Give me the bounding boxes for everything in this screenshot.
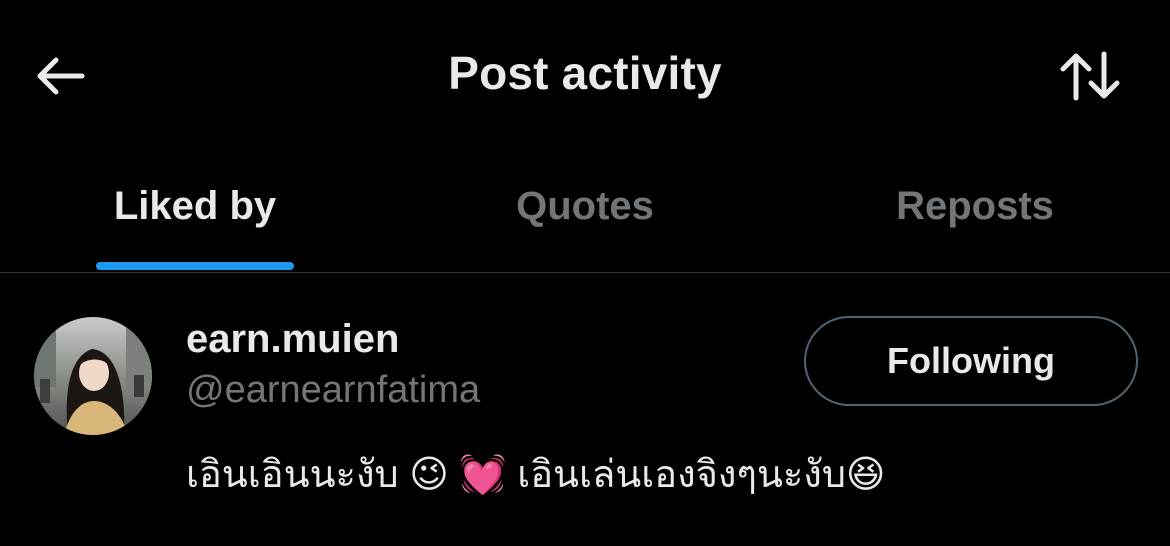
display-name[interactable]: earn.muien [186,317,399,362]
sort-button[interactable] [1054,44,1126,108]
sort-arrows-icon [1060,51,1120,101]
active-tab-indicator [96,262,294,270]
tab-liked-by[interactable]: Liked by [0,150,390,272]
tab-quotes[interactable]: Quotes [390,150,780,272]
user-list-item[interactable]: earn.muien @earnearnfatima เอินเอินนะงับ… [0,273,1170,546]
tab-bar: Liked by Quotes Reposts [0,150,1170,272]
page-title: Post activity [448,47,722,99]
header: Post activity [0,0,1170,150]
tab-label: Liked by [113,184,277,228]
tab-label: Quotes [516,184,654,228]
following-button[interactable]: Following [804,316,1138,406]
user-handle[interactable]: @earnearnfatima [186,369,480,412]
user-bio: เอินเอินนะงับ 😉 💓 เอินเล่นเองจิงๆนะงับ😆 [186,454,886,496]
post-activity-screen: Post activity Liked by Quotes Reposts ea… [0,0,1170,546]
avatar[interactable] [34,317,152,435]
tab-label: Reposts [896,184,1054,228]
tab-reposts[interactable]: Reposts [780,150,1170,272]
avatar-photo [34,317,152,435]
